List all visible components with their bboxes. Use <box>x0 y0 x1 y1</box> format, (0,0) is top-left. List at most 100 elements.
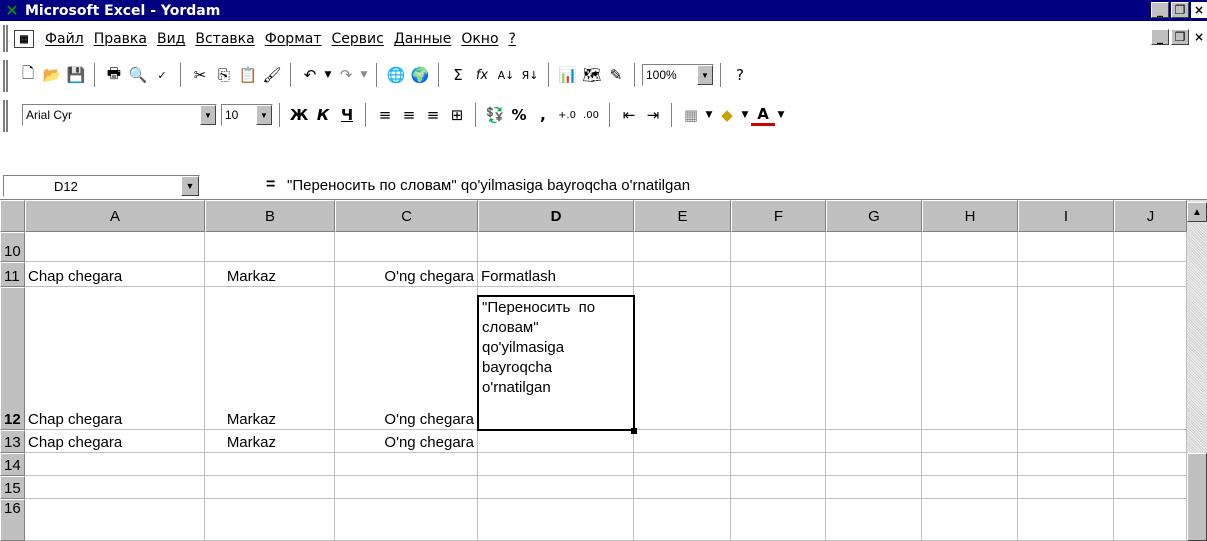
scroll-thumb[interactable] <box>1187 453 1207 541</box>
open-icon[interactable]: 📂 <box>40 63 64 87</box>
cell-a11[interactable]: Chap chegara <box>25 262 205 287</box>
menu-view[interactable]: Вид <box>157 31 185 47</box>
column-header-c[interactable]: C <box>335 200 478 232</box>
column-header-j[interactable]: J <box>1114 200 1187 232</box>
align-center-icon[interactable]: ≡ <box>397 103 421 127</box>
column-header-a[interactable]: A <box>25 200 205 232</box>
grid-cell[interactable] <box>1114 476 1187 499</box>
chevron-down-icon[interactable]: ▼ <box>697 65 713 85</box>
grid-cell[interactable] <box>1018 232 1114 262</box>
menu-file[interactable]: Файл <box>45 31 84 47</box>
menu-insert[interactable]: Вставка <box>195 31 254 47</box>
undo-icon[interactable]: ↶ <box>298 63 322 87</box>
italic-button[interactable]: К <box>311 103 335 127</box>
chart-wizard-icon[interactable]: 📊 <box>556 63 580 87</box>
sort-ascending-icon[interactable]: A↓ <box>494 63 518 87</box>
new-icon[interactable]: 🗋 <box>16 63 40 87</box>
save-icon[interactable]: 💾 <box>64 63 88 87</box>
grid-cell[interactable] <box>25 232 205 262</box>
grid-cell[interactable] <box>1018 499 1114 541</box>
grid-cell[interactable] <box>826 232 922 262</box>
paste-icon[interactable]: 📋 <box>236 63 260 87</box>
align-left-icon[interactable]: ≡ <box>373 103 397 127</box>
function-icon[interactable]: fx <box>470 63 494 87</box>
redo-dropdown-icon[interactable]: ▼ <box>358 63 370 87</box>
sort-descending-icon[interactable]: Я↓ <box>518 63 542 87</box>
grid-cell[interactable] <box>1114 499 1187 541</box>
doc-close-button[interactable]: × <box>1191 29 1207 45</box>
fill-dropdown-icon[interactable]: ▼ <box>739 103 751 127</box>
cell-b13[interactable]: Markaz <box>205 430 335 453</box>
grid-cell[interactable] <box>335 499 478 541</box>
fill-handle[interactable] <box>631 428 637 434</box>
grid-cell[interactable] <box>335 232 478 262</box>
scroll-up-arrow-icon[interactable]: ▲ <box>1187 202 1207 222</box>
grid-cell[interactable] <box>205 453 335 476</box>
menu-help[interactable]: ? <box>509 31 516 47</box>
increase-decimal-icon[interactable]: +.0 <box>555 103 579 127</box>
cell-c11[interactable]: O'ng chegara <box>335 262 478 287</box>
restore-button[interactable]: ❐ <box>1171 2 1189 18</box>
grid-cell[interactable] <box>25 499 205 541</box>
grid-cell[interactable] <box>1018 287 1114 430</box>
grid-cell[interactable] <box>634 262 731 287</box>
grid-cell[interactable] <box>634 430 731 453</box>
grid-cell[interactable] <box>922 430 1018 453</box>
menu-tools[interactable]: Сервис <box>332 31 384 47</box>
grid-cell[interactable] <box>731 232 826 262</box>
row-header-14[interactable]: 14 <box>0 453 25 476</box>
zoom-select[interactable]: 100% ▼ <box>642 64 714 86</box>
grid-cell[interactable] <box>478 499 634 541</box>
grid-cell[interactable] <box>1018 262 1114 287</box>
undo-dropdown-icon[interactable]: ▼ <box>322 63 334 87</box>
align-right-icon[interactable]: ≡ <box>421 103 445 127</box>
drawing-icon[interactable]: ✎ <box>604 63 628 87</box>
cell-c13[interactable]: O'ng chegara <box>335 430 478 453</box>
fill-color-icon[interactable]: ◆ <box>715 103 739 127</box>
formula-input[interactable]: "Переносить по словам" qo'yilmasiga bayr… <box>287 177 690 194</box>
bold-button[interactable]: Ж <box>287 103 311 127</box>
grid-cell[interactable] <box>922 453 1018 476</box>
help-icon[interactable]: ? <box>728 63 752 87</box>
cell-a13[interactable]: Chap chegara <box>25 430 205 453</box>
cut-icon[interactable]: ✂ <box>188 63 212 87</box>
grid-cell[interactable] <box>731 453 826 476</box>
menu-edit[interactable]: Правка <box>94 31 147 47</box>
autosum-icon[interactable]: Σ <box>446 63 470 87</box>
decrease-indent-icon[interactable]: ⇤ <box>617 103 641 127</box>
doc-restore-button[interactable]: ❐ <box>1171 29 1189 45</box>
row-header-12[interactable]: 12 <box>0 287 25 430</box>
grid-cell[interactable] <box>731 430 826 453</box>
hyperlink-icon[interactable]: 🌐 <box>384 63 408 87</box>
underline-button[interactable]: Ч <box>335 103 359 127</box>
grid-cell[interactable] <box>25 453 205 476</box>
cell-b11[interactable]: Markaz <box>205 262 335 287</box>
grid-cell[interactable] <box>922 476 1018 499</box>
toolbar-grip[interactable] <box>3 100 8 132</box>
grid-cell[interactable] <box>922 287 1018 430</box>
grid-cell[interactable] <box>335 476 478 499</box>
close-button[interactable]: × <box>1191 2 1207 18</box>
cell-a12[interactable]: Chap chegara <box>25 287 205 430</box>
chevron-down-icon[interactable]: ▼ <box>256 105 272 125</box>
row-header-10[interactable]: 10 <box>0 232 25 262</box>
chevron-down-icon[interactable]: ▼ <box>200 105 216 125</box>
column-header-e[interactable]: E <box>634 200 731 232</box>
cell-b12[interactable]: Markaz <box>205 287 335 430</box>
grid-cell[interactable] <box>478 476 634 499</box>
print-preview-icon[interactable]: 🔍 <box>126 63 150 87</box>
grid-cell[interactable] <box>478 430 634 453</box>
font-color-dropdown-icon[interactable]: ▼ <box>775 103 787 127</box>
doc-minimize-button[interactable]: _ <box>1151 29 1169 45</box>
grid-cell[interactable] <box>1114 262 1187 287</box>
row-header-11[interactable]: 11 <box>0 262 25 287</box>
row-header-15[interactable]: 15 <box>0 476 25 499</box>
font-color-icon[interactable]: A <box>751 104 775 126</box>
cell-c12[interactable]: O'ng chegara <box>335 287 478 430</box>
grid-cell[interactable] <box>1018 430 1114 453</box>
web-toolbar-icon[interactable]: 🌍 <box>408 63 432 87</box>
vertical-scrollbar[interactable]: ▲ <box>1187 200 1207 541</box>
column-header-b[interactable]: B <box>205 200 335 232</box>
grid-cell[interactable] <box>634 232 731 262</box>
grid-cell[interactable] <box>1114 453 1187 476</box>
